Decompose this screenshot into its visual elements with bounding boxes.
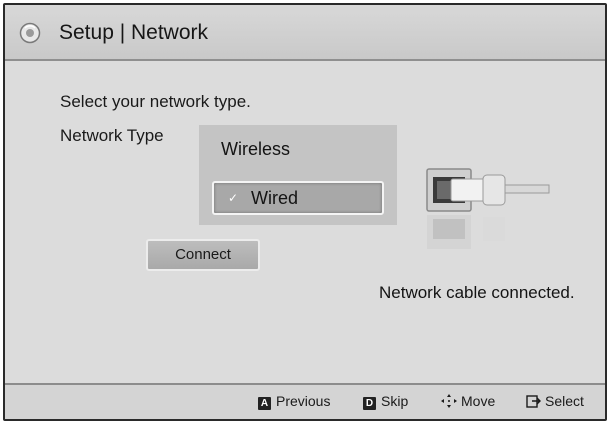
hint-move: Move: [441, 393, 495, 409]
hint-select[interactable]: Select: [526, 393, 584, 409]
gear-icon: [19, 22, 41, 44]
connection-status: Network cable connected.: [379, 283, 575, 302]
page-title: Setup | Network: [59, 21, 209, 44]
hint-previous[interactable]: A Previous: [258, 393, 330, 410]
connect-button[interactable]: Connect: [146, 239, 260, 271]
hint-skip[interactable]: D Skip: [363, 393, 408, 410]
setup-network-screen: Setup | Network Select your network type…: [3, 3, 607, 421]
option-wired[interactable]: ✓ Wired: [212, 181, 384, 215]
option-wireless[interactable]: Wireless: [221, 139, 290, 160]
d-button-icon: D: [363, 397, 376, 410]
enter-icon: [526, 395, 541, 408]
option-wired-label: Wired: [251, 188, 299, 208]
navigation-hints-bar: A Previous D Skip Move Select: [5, 383, 605, 419]
ethernet-cable-icon: [426, 168, 550, 249]
a-button-icon: A: [258, 397, 271, 410]
network-type-label: Network Type: [60, 126, 164, 145]
check-icon: ✓: [228, 191, 239, 205]
title-bar: Setup | Network: [5, 5, 605, 61]
move-arrows-icon: [441, 394, 457, 408]
network-type-list: Wireless ✓ Wired: [199, 125, 397, 225]
hint-select-label: Select: [545, 393, 584, 409]
network-type-prompt: Select your network type.: [60, 92, 251, 111]
hint-skip-label: Skip: [381, 393, 409, 409]
hint-previous-label: Previous: [276, 393, 331, 409]
hint-move-label: Move: [461, 393, 496, 409]
